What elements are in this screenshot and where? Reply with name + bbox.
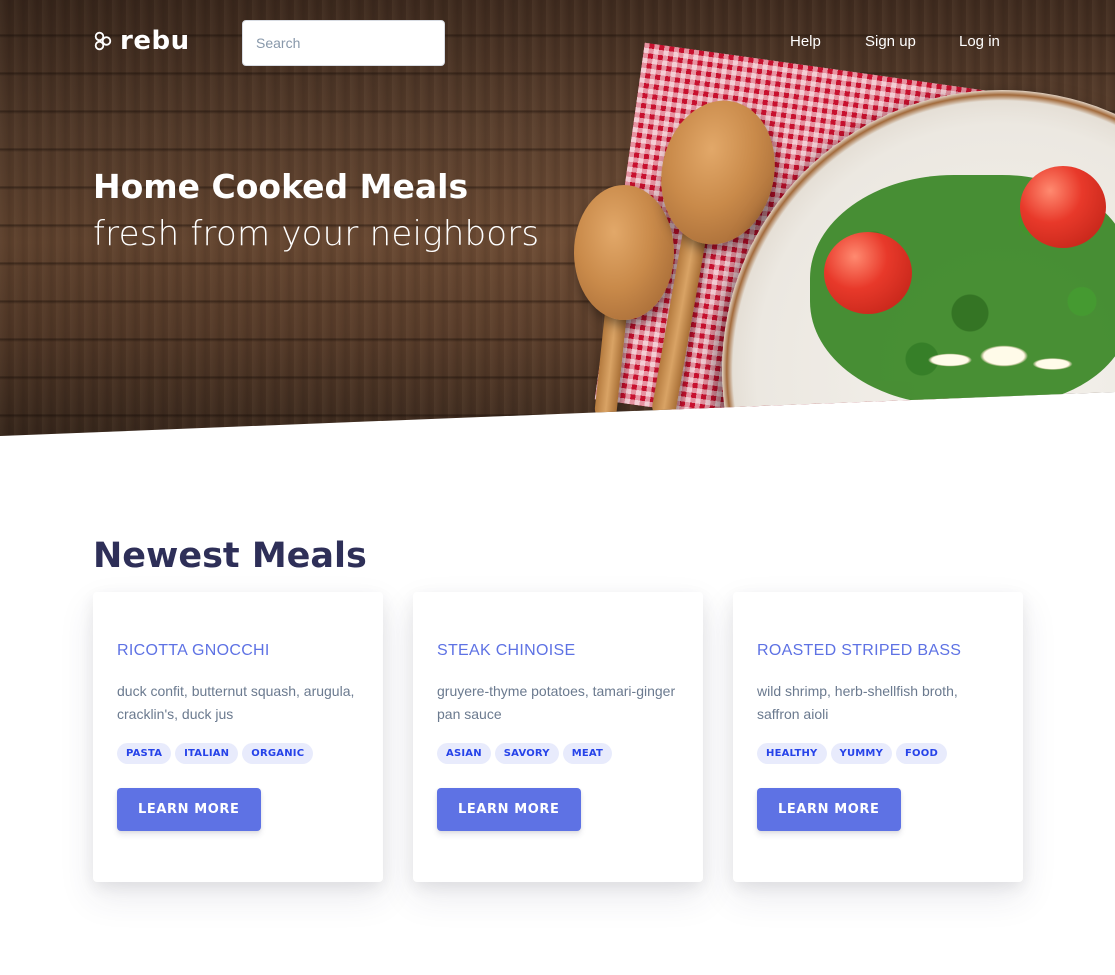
tomato [824,232,912,314]
meal-tag: Pasta [117,743,172,764]
meal-title: Steak Chinoise [437,642,576,659]
meal-tags: Asian Savory Meat [437,743,679,764]
search-input[interactable] [242,20,445,66]
meal-description: wild shrimp, herb-shellfish broth, saffr… [757,683,958,722]
hero-title: Home Cooked Meals [93,167,469,206]
hero-text: Home Cooked Meals fresh from your neighb… [93,165,539,259]
nav-signup-link[interactable]: Sign up [865,33,916,50]
learn-more-button[interactable]: Learn More [757,788,901,831]
learn-more-button[interactable]: Learn More [437,788,581,831]
meal-card: Ricotta Gnocchi duck confit, butternut s… [93,592,383,882]
meal-description: gruyere-thyme potatoes, tamari-ginger pa… [437,683,676,722]
nav-help-link[interactable]: Help [790,33,821,50]
meal-tag: Food [896,743,947,764]
spoon-handle [650,214,710,421]
tomato [1020,166,1106,248]
meal-tag: Healthy [757,743,827,764]
spoon [648,89,788,256]
meal-description: duck confit, butternut squash, arugula, … [117,683,355,722]
salad-greens [810,175,1115,405]
learn-more-button[interactable]: Learn More [117,788,261,831]
meal-title: Ricotta Gnocchi [117,642,270,659]
meal-tag: Meat [562,743,613,764]
spoon-handle [593,299,629,421]
checkered-napkin [594,42,1002,436]
hero-subtitle: fresh from your neighbors [93,214,540,254]
brand-logo[interactable]: rebu [93,26,190,56]
meal-tags: Healthy Yummy Food [757,743,999,764]
spoon [574,185,674,320]
meal-card: Roasted Striped Bass wild shrimp, herb-s… [733,592,1023,882]
meal-tag: Asian [437,743,491,764]
meal-tag: Yummy [830,743,893,764]
pasta [905,320,1085,400]
logo-icon [94,31,112,51]
salad-plate [722,90,1115,436]
meal-tag: Italian [175,743,239,764]
top-navbar: rebu Help Sign up Log in [0,0,1115,86]
meal-tag: Savory [494,743,559,764]
section-title: Newest Meals [93,536,367,576]
nav-login-link[interactable]: Log in [959,33,1000,50]
brand-name: rebu [120,26,190,56]
meal-tags: Pasta Italian Organic [117,743,359,764]
meal-card: Steak Chinoise gruyere-thyme potatoes, t… [413,592,703,882]
meal-title: Roasted Striped Bass [757,642,962,659]
meal-tag: Organic [242,743,314,764]
